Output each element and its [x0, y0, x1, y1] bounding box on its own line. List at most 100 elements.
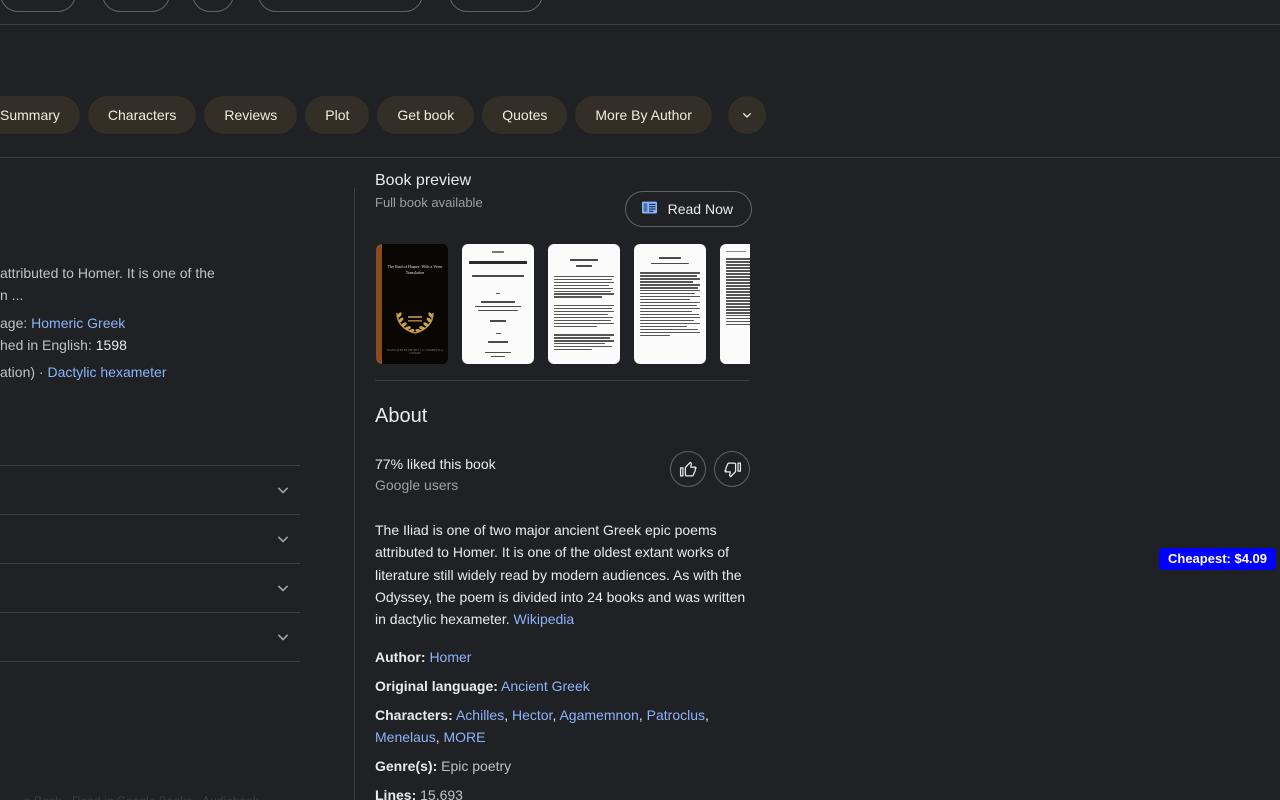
book-tabs: Summary Characters Reviews Plot Get book…: [0, 96, 766, 134]
read-now-label: Read Now: [667, 201, 733, 217]
book-preview-header: Book preview Full book available Read No…: [375, 170, 752, 227]
left-link-dactylic-hexameter[interactable]: Dactylic hexameter: [47, 364, 166, 380]
fact-author-label: Author:: [375, 649, 426, 666]
accordion-row-4[interactable]: [0, 613, 300, 661]
about-section: About 77% liked this book Google users T…: [375, 380, 750, 800]
left-accordion-list: [0, 465, 300, 662]
book-preview-subtitle: Full book available: [375, 195, 483, 210]
about-facts: Author: Homer Original language: Ancient…: [375, 646, 750, 800]
comma: ,: [638, 707, 647, 724]
about-description: The Iliad is one of two major ancient Gr…: [375, 519, 749, 630]
liked-row: 77% liked this book Google users: [375, 451, 750, 496]
top-chip-5[interactable]: [449, 0, 543, 12]
character-agamemnon[interactable]: Agamemnon: [559, 707, 638, 723]
thumb-up-icon: [679, 461, 697, 476]
chevron-down-icon: [278, 487, 288, 494]
liked-texts: 77% liked this book Google users: [375, 454, 496, 496]
chevron-down-icon: [278, 536, 288, 543]
book-cover-title: The Iliad of Homer: With a Verse Transla…: [387, 264, 443, 275]
fact-genres-value: Epic poetry: [441, 758, 512, 775]
tab-more-by-author[interactable]: More By Author: [575, 96, 712, 134]
character-hector[interactable]: Hector: [512, 707, 552, 723]
about-separator: [375, 380, 749, 381]
fact-lines-label: Lines:: [375, 787, 417, 800]
fact-characters: Characters: Achilles, Hector, Agamemnon,…: [375, 704, 749, 748]
top-chips-row: [0, 0, 1280, 14]
fact-original-language-value[interactable]: Ancient Greek: [501, 678, 590, 694]
left-meta-language-value[interactable]: Homeric Greek: [31, 315, 125, 331]
top-chip-3[interactable]: [192, 0, 234, 12]
left-meta-published: hed in English: 1598: [0, 334, 300, 356]
tabs-divider: [0, 157, 1280, 158]
preview-page-thumbnail[interactable]: [462, 244, 534, 364]
fact-genres-label: Genre(s):: [375, 758, 438, 775]
fact-genres: Genre(s): Epic poetry: [375, 755, 749, 777]
rating-buttons: [670, 451, 750, 487]
book-preview-column: Book preview Full book available Read No…: [375, 170, 752, 800]
left-description: attributed to Homer. It is one of the n …: [0, 262, 300, 306]
fact-characters-label: Characters:: [375, 707, 453, 724]
tab-summary[interactable]: Summary: [0, 96, 80, 134]
accordion-row-2[interactable]: [0, 515, 300, 563]
preview-page-thumbnail[interactable]: [720, 244, 750, 364]
fact-original-language: Original language: Ancient Greek: [375, 675, 749, 697]
top-chip-4[interactable]: [258, 0, 423, 12]
fact-lines-value: 15,693: [420, 787, 463, 800]
read-now-button[interactable]: Read Now: [624, 191, 752, 227]
left-links-prefix: ation) ·: [0, 364, 48, 380]
liked-source: Google users: [375, 477, 459, 493]
tab-plot[interactable]: Plot: [305, 96, 370, 134]
accordion-row-1[interactable]: [0, 466, 300, 514]
fact-author-value[interactable]: Homer: [429, 649, 471, 665]
character-menelaus[interactable]: Menelaus: [375, 729, 436, 745]
comma: ,: [705, 707, 709, 724]
left-meta-language-label: age:: [0, 315, 28, 331]
thumb-up-button[interactable]: [670, 451, 706, 487]
left-links-row: ation) · Dactylic hexameter: [0, 361, 300, 383]
liked-percent: 77% liked this book: [375, 456, 496, 472]
laurel-wreath-icon: [396, 312, 434, 334]
top-chip-1[interactable]: [0, 0, 76, 12]
characters-more-link[interactable]: MORE: [443, 729, 485, 745]
left-description-line-2: n ...: [0, 287, 24, 303]
cheapest-price-badge: Cheapest: $4.09: [1159, 548, 1276, 570]
tab-quotes[interactable]: Quotes: [482, 96, 568, 134]
character-achilles[interactable]: Achilles: [456, 707, 504, 723]
fact-lines: Lines: 15,693: [375, 784, 749, 800]
left-description-line-1: attributed to Homer. It is one of the: [0, 265, 215, 281]
tab-get-book[interactable]: Get book: [377, 96, 475, 134]
bottom-faint-text: a Book · Read in Google Books · Audioboo…: [24, 794, 259, 800]
preview-page-thumbnail[interactable]: [548, 244, 620, 364]
left-meta-published-value: 1598: [95, 337, 127, 353]
tab-reviews[interactable]: Reviews: [204, 96, 298, 134]
left-meta-language: age: Homeric Greek: [0, 312, 300, 334]
column-divider: [354, 188, 355, 800]
left-meta-list: age: Homeric Greek hed in English: 1598: [0, 312, 300, 356]
article-reader-icon: [640, 198, 659, 220]
wikipedia-link[interactable]: Wikipedia: [514, 611, 575, 627]
comma: ,: [504, 707, 512, 724]
google-book-panel: Summary Characters Reviews Plot Get book…: [0, 0, 1280, 800]
about-heading: About: [375, 405, 428, 427]
accordion-row-3[interactable]: [0, 564, 300, 612]
tab-characters[interactable]: Characters: [87, 96, 197, 134]
preview-page-thumbnail[interactable]: [634, 244, 706, 364]
accordion-separator: [0, 661, 300, 662]
thumb-down-button[interactable]: [714, 451, 750, 487]
chevron-down-icon: [278, 634, 288, 641]
book-cover-thumbnail[interactable]: The Iliad of Homer: With a Verse Transla…: [376, 244, 448, 364]
chevron-down-icon: [278, 585, 288, 592]
fact-author: Author: Homer: [375, 646, 749, 668]
character-patroclus[interactable]: Patroclus: [647, 707, 705, 723]
tabs-expand-button[interactable]: [727, 96, 766, 134]
top-divider: [0, 24, 1280, 25]
fact-original-language-label: Original language:: [375, 678, 498, 695]
chevron-down-icon: [742, 113, 751, 118]
top-chip-2[interactable]: [102, 0, 170, 12]
book-cover-footer: TRANSLATED BY THE REV. J. G. CORDERY M.A…: [386, 348, 444, 356]
left-meta-published-label: hed in English:: [0, 337, 92, 353]
book-preview-titles: Book preview Full book available: [375, 170, 483, 212]
book-preview-title: Book preview: [375, 172, 472, 189]
book-preview-thumbnails: The Iliad of Homer: With a Verse Transla…: [376, 244, 750, 366]
thumb-down-icon: [723, 462, 741, 477]
